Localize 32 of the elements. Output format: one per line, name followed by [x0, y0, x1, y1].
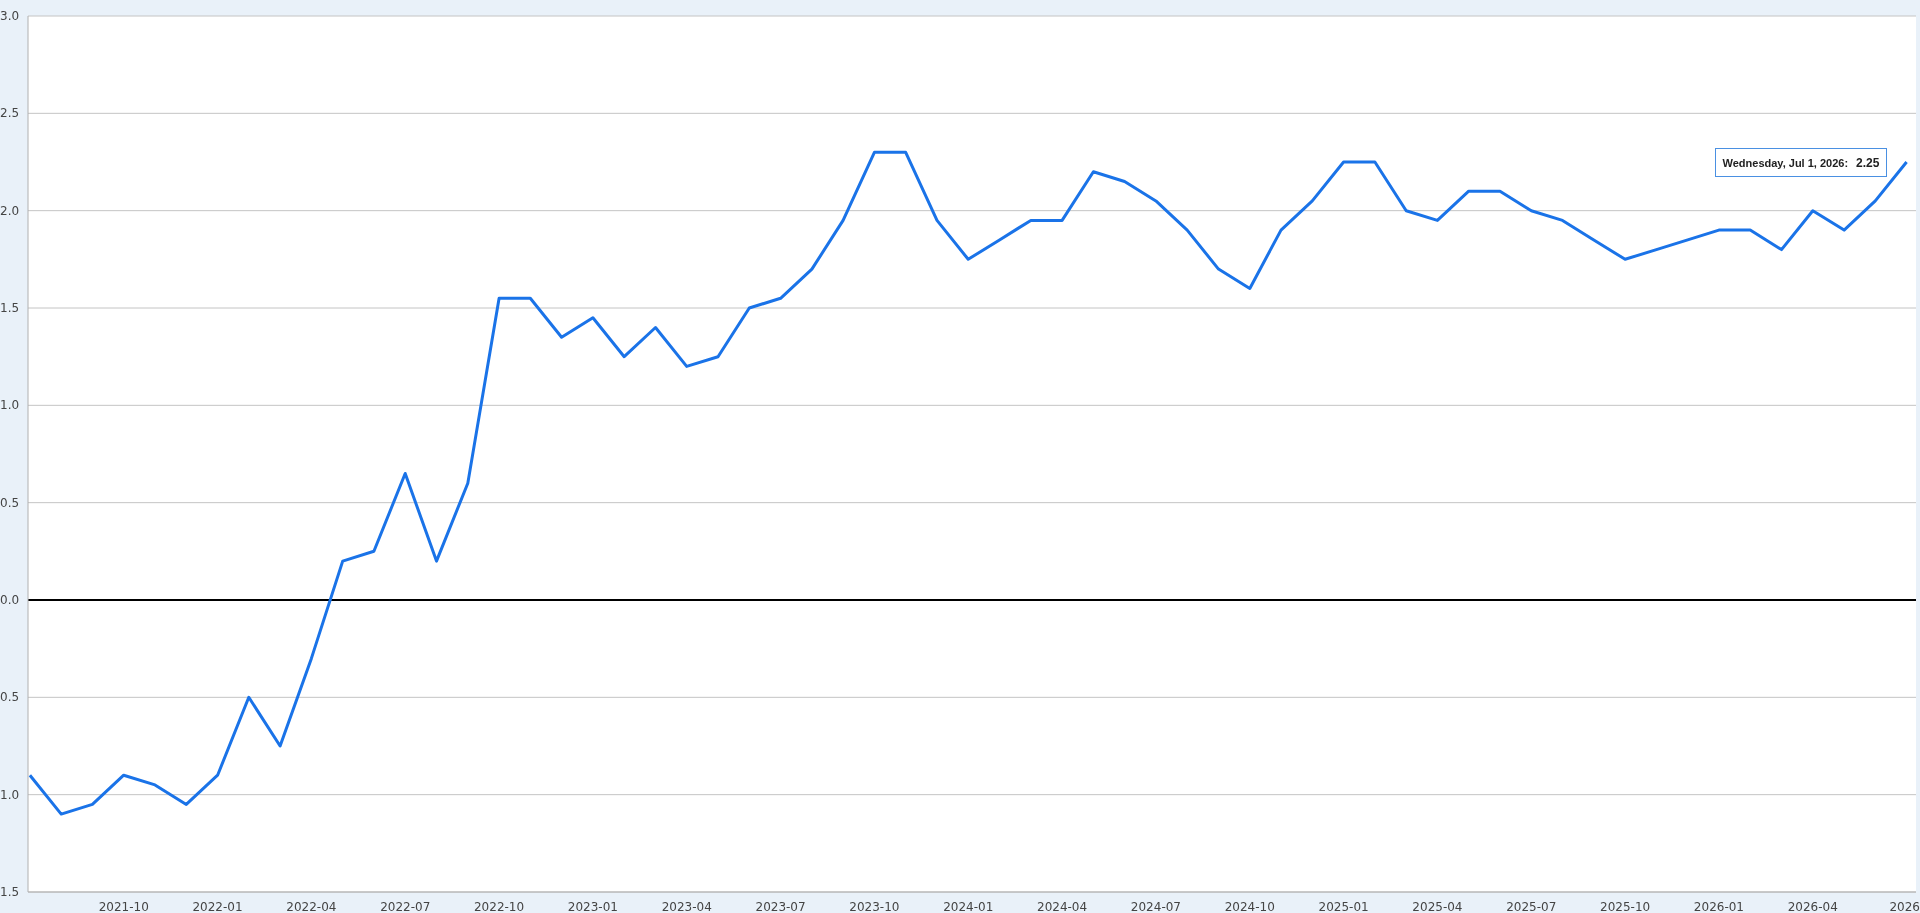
x-axis-label: 2023-07: [755, 900, 806, 913]
x-axis-label: 2024-01: [943, 900, 994, 913]
x-axis-label: 2021-10: [98, 900, 149, 913]
x-axis-label: 2026-04: [1787, 900, 1838, 913]
y-axis-label: 0.5: [0, 495, 20, 510]
x-axis-label: 2025-01: [1318, 900, 1369, 913]
x-axis-label: 2022-10: [474, 900, 525, 913]
x-axis-label: 2024-10: [1224, 900, 1275, 913]
y-axis-label: 2.0: [0, 203, 20, 218]
y-axis-label: 0.5: [0, 690, 20, 705]
x-axis-label: 2022-07: [380, 900, 431, 913]
x-axis-label: 2024-07: [1130, 900, 1181, 913]
y-axis-label: 3.0: [0, 9, 20, 23]
x-axis-label: 2024-04: [1037, 900, 1088, 913]
x-axis-label: 2023-01: [567, 900, 618, 913]
y-axis-label: 2.5: [0, 106, 20, 121]
x-axis-label: 2025-10: [1600, 900, 1651, 913]
x-axis-label: 2023-10: [849, 900, 900, 913]
tooltip-label: Wednesday, Jul 1, 2026:: [1722, 156, 1849, 169]
y-axis-label: 1.5: [0, 301, 20, 315]
x-axis-label: 2022-04: [286, 900, 337, 913]
y-axis-label: 1.0: [0, 398, 20, 413]
x-axis-label: 2023-04: [661, 900, 712, 913]
x-axis-label: 2025-04: [1412, 900, 1463, 913]
x-axis-label: 2026-01: [1693, 900, 1744, 913]
y-axis-label: 0.0: [0, 593, 20, 607]
x-axis-label: 2026: [1889, 900, 1920, 913]
tooltip-value: 2.25: [1856, 155, 1880, 170]
x-axis-label: 2022-01: [192, 900, 243, 913]
y-axis-label: 1.5: [0, 885, 20, 899]
x-axis-label: 2025-07: [1506, 900, 1557, 913]
y-axis-label: 1.0: [0, 787, 20, 802]
